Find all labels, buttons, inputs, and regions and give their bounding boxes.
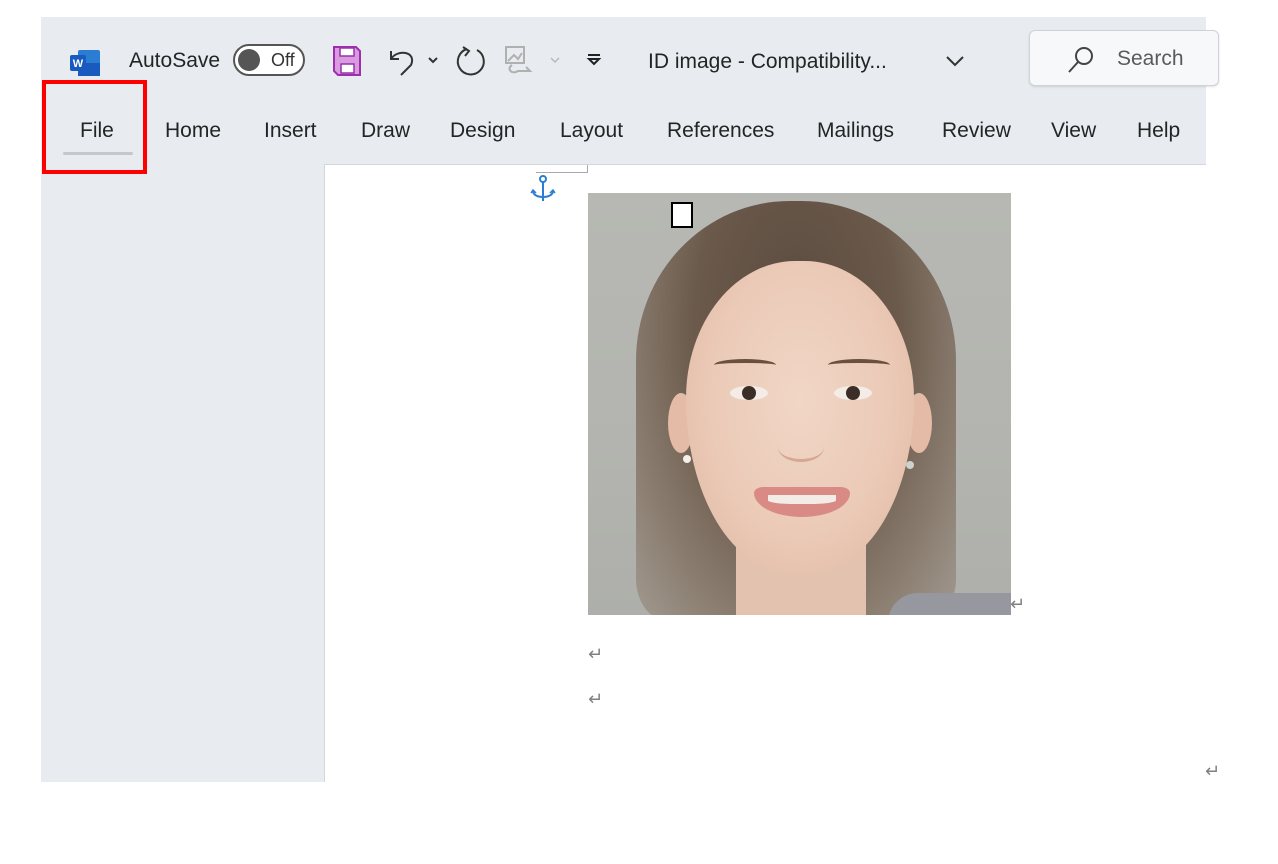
photo-brow-right <box>828 359 890 371</box>
word-logo-icon[interactable]: W <box>70 50 100 76</box>
tab-mailings[interactable]: Mailings <box>817 119 894 143</box>
photo-eye-left <box>730 386 768 400</box>
photo-eye-right <box>834 386 872 400</box>
ribbon-tabs: File Home Insert Draw Design Layout Refe… <box>41 115 1206 155</box>
paragraph-mark: ↵ <box>1205 761 1221 781</box>
active-tab-indicator <box>63 152 133 155</box>
tab-file[interactable]: File <box>80 119 114 143</box>
autosave-label: AutoSave <box>129 49 221 72</box>
tab-references[interactable]: References <box>667 119 774 143</box>
margin-corner-mark <box>536 172 588 173</box>
navigation-pane <box>41 165 324 782</box>
autosave-state: Off <box>271 50 295 70</box>
document-title[interactable]: ID image - Compatibility... <box>648 50 887 74</box>
search-placeholder: Search <box>1117 47 1184 70</box>
title-bar: W AutoSave Off ID image - Compatibility.… <box>41 17 1219 89</box>
tab-view[interactable]: View <box>1051 119 1096 143</box>
photo-nose <box>778 433 824 462</box>
tab-insert[interactable]: Insert <box>264 119 317 143</box>
search-input[interactable]: Search <box>1029 30 1219 86</box>
toggle-knob <box>238 49 260 71</box>
paragraph-mark: ↵ <box>588 644 604 664</box>
search-icon <box>1068 47 1093 73</box>
paragraph-mark: ↵ <box>1010 594 1026 614</box>
tab-design[interactable]: Design <box>450 119 515 143</box>
tab-help[interactable]: Help <box>1137 119 1180 143</box>
redo-icon[interactable] <box>455 45 489 77</box>
tab-home[interactable]: Home <box>165 119 221 143</box>
undo-dropdown-icon[interactable] <box>427 55 439 65</box>
image-layout-handle[interactable] <box>671 202 693 228</box>
customize-toolbar-icon[interactable] <box>586 53 602 67</box>
autosave-toggle[interactable]: Off <box>233 44 305 76</box>
paragraph-mark: ↵ <box>588 689 604 709</box>
anchor-icon[interactable] <box>530 174 556 206</box>
picture-switch-dropdown-icon <box>550 57 560 64</box>
picture-switch-icon <box>505 46 533 74</box>
tab-draw[interactable]: Draw <box>361 119 410 143</box>
save-icon[interactable] <box>332 45 362 77</box>
tab-review[interactable]: Review <box>942 119 1011 143</box>
photo-earring-left <box>683 455 691 463</box>
chevron-down-icon[interactable] <box>944 51 966 71</box>
photo-earring-right <box>906 461 914 469</box>
photo-shirt <box>888 593 1011 615</box>
photo-face <box>686 261 914 573</box>
svg-text:W: W <box>73 58 84 70</box>
portrait-image[interactable] <box>588 193 1011 615</box>
photo-brow-left <box>714 359 776 371</box>
margin-corner-mark-vertical <box>587 165 588 173</box>
tab-layout[interactable]: Layout <box>560 119 623 143</box>
undo-icon[interactable] <box>387 45 419 77</box>
